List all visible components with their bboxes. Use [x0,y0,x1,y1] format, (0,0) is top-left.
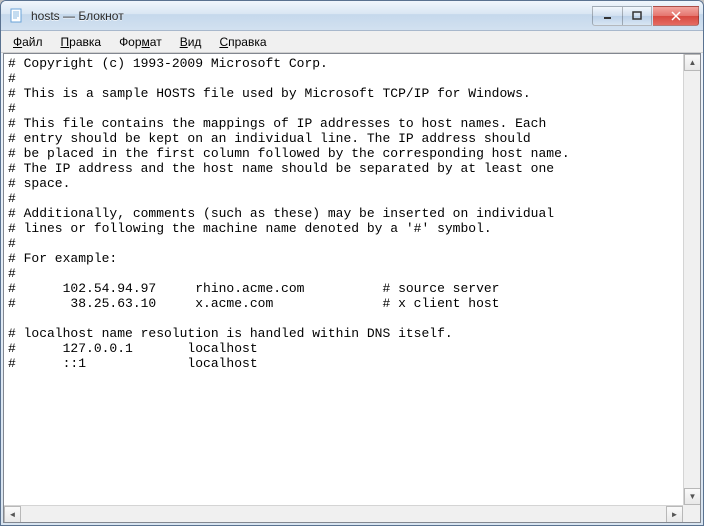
scroll-down-button[interactable]: ▼ [684,488,701,505]
titlebar[interactable]: hosts — Блокнот [1,1,703,31]
scrollbar-vertical[interactable]: ▲ ▼ [683,54,700,505]
menu-edit-rest: равка [69,35,101,49]
scroll-track-v[interactable] [684,71,700,488]
menu-file-rest: айл [22,35,42,49]
menu-file[interactable]: Файл [5,33,51,51]
notepad-window: hosts — Блокнот Файл Правка Формат Вид С… [0,0,704,526]
window-title: hosts — Блокнот [31,9,592,23]
scrollbar-corner [683,505,700,522]
scroll-left-button[interactable]: ◄ [4,506,21,523]
app-icon [9,8,25,24]
scroll-up-button[interactable]: ▲ [684,54,701,71]
minimize-button[interactable] [592,6,622,26]
close-icon [671,11,681,21]
scroll-right-button[interactable]: ► [666,506,683,523]
menu-help[interactable]: Справка [211,33,274,51]
close-button[interactable] [653,6,699,26]
editor-container: # Copyright (c) 1993-2009 Microsoft Corp… [3,53,701,523]
text-editor[interactable]: # Copyright (c) 1993-2009 Microsoft Corp… [4,54,683,505]
minimize-icon [603,11,613,21]
menu-view[interactable]: Вид [172,33,210,51]
menu-help-rest: правка [228,35,266,49]
menu-edit[interactable]: Правка [53,33,110,51]
window-controls [592,6,699,26]
menu-view-rest: ид [188,35,202,49]
maximize-button[interactable] [622,6,652,26]
menubar: Файл Правка Формат Вид Справка [1,31,703,53]
menu-format[interactable]: Формат [111,33,170,51]
scroll-track-h[interactable] [21,506,666,522]
editor-inner: # Copyright (c) 1993-2009 Microsoft Corp… [4,54,683,505]
scrollbar-horizontal[interactable]: ◄ ► [4,505,683,522]
maximize-icon [632,11,642,21]
